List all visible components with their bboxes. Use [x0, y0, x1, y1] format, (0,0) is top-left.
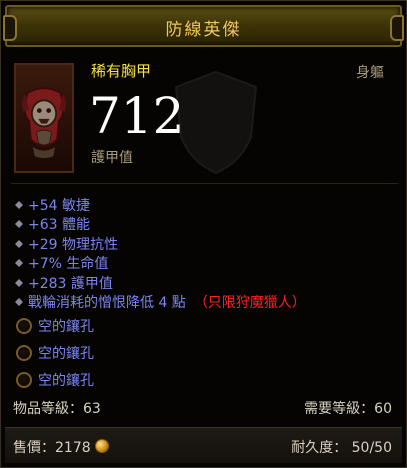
stat-text: +283 護甲值 — [28, 275, 113, 292]
item-level: 物品等級：63 — [13, 401, 101, 417]
stat-row: +29 物理抗性 — [13, 234, 393, 254]
stat-row: +7% 生命值 — [13, 254, 393, 274]
stat-row: +54 敏捷 — [13, 195, 393, 215]
divider — [11, 183, 398, 184]
empty-socket-icon — [16, 317, 32, 334]
item-name: 稀有胸甲 — [91, 62, 152, 80]
required-level: 需要等級：60 — [304, 401, 392, 417]
item-slot: 身軀 — [356, 65, 384, 81]
item-title: 防線英傑 — [165, 20, 242, 40]
socket-slot: 空的鑲孔 — [16, 339, 94, 366]
empty-socket-icon — [16, 371, 32, 388]
socket-label: 空的鑲孔 — [38, 318, 94, 335]
socket-list: 空的鑲孔 空的鑲孔 空的鑲孔 — [16, 312, 94, 393]
durability: 耐久度： 50/50 — [291, 440, 392, 456]
stat-row: +63 體能 — [13, 215, 393, 235]
sell-price-text: 售價：2178 — [13, 440, 91, 456]
sell-price: 售價：2178 — [13, 437, 109, 457]
diamond-bullet-icon — [15, 239, 23, 248]
stat-text: +7% 生命值 — [28, 256, 109, 273]
armor-label: 護甲值 — [91, 150, 133, 166]
stat-row: +283 護甲值 — [13, 273, 393, 293]
stat-text: 戰輪消耗的憎恨降低 4 點 — [28, 295, 186, 312]
stat-list: +54 敏捷 +63 體能 +29 物理抗性 +7% 生命值 +283 護甲值 … — [13, 195, 393, 312]
stat-text: +29 物理抗性 — [28, 236, 118, 253]
empty-socket-icon — [16, 344, 32, 361]
socket-slot: 空的鑲孔 — [16, 366, 94, 393]
socket-label: 空的鑲孔 — [38, 372, 94, 389]
socket-label: 空的鑲孔 — [38, 345, 94, 362]
diamond-bullet-icon — [15, 278, 23, 287]
shield-watermark-icon — [174, 70, 258, 175]
diamond-bullet-icon — [15, 259, 23, 268]
armor-value: 712 — [89, 87, 185, 145]
stat-text: +63 體能 — [28, 217, 90, 234]
stat-text: +54 敏捷 — [28, 197, 90, 214]
item-tooltip: 防線英傑 稀有胸甲 身軀 712 護甲值 +54 敏捷 +63 體能 +29 物… — [0, 0, 407, 468]
title-bar: 防線英傑 — [3, 5, 404, 47]
gold-coin-icon — [94, 439, 109, 453]
tooltip-footer: 售價：2178 耐久度： 50/50 — [5, 427, 402, 463]
class-restriction: （只限狩魔獵人） — [193, 295, 306, 312]
diamond-bullet-icon — [15, 298, 23, 307]
socket-slot: 空的鑲孔 — [16, 312, 94, 339]
chest-armor-icon — [14, 63, 74, 173]
stat-row: 戰輪消耗的憎恨降低 4 點 （只限狩魔獵人） — [13, 293, 393, 313]
diamond-bullet-icon — [15, 220, 23, 229]
diamond-bullet-icon — [15, 200, 23, 209]
